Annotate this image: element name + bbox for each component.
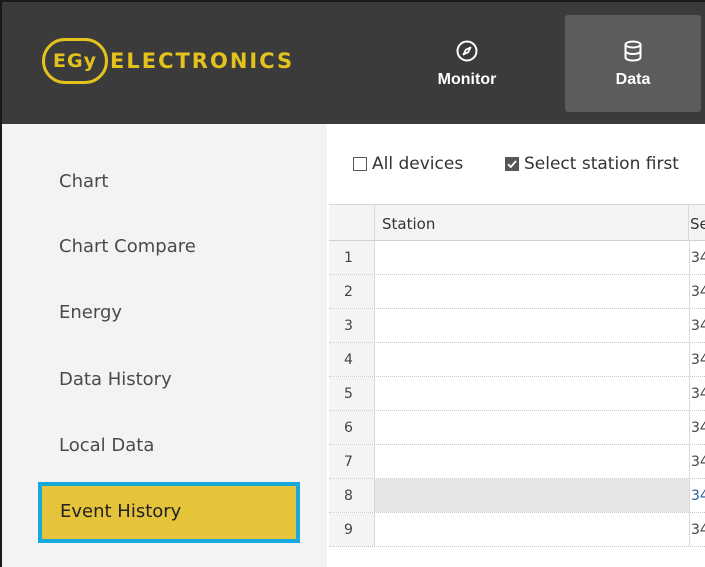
table-row[interactable]: 1 34 xyxy=(329,241,705,275)
row-index-header xyxy=(329,205,375,241)
app-window: EGy ELECTRONICS Monitor Data Chart Chart… xyxy=(0,0,705,567)
table-row[interactable]: 6 34 xyxy=(329,411,705,445)
station-cell xyxy=(375,513,690,546)
row-index: 2 xyxy=(329,275,375,308)
filter-toolbar: All devices Select station first xyxy=(327,124,705,196)
row-index: 9 xyxy=(329,513,375,546)
checkbox-checked-icon xyxy=(505,157,519,171)
third-cell: 34 xyxy=(691,318,705,334)
station-cell xyxy=(375,241,690,274)
brand-logo: EGy ELECTRONICS xyxy=(42,38,294,84)
compass-icon xyxy=(456,40,478,61)
sidebar-item-event-history[interactable]: Event History xyxy=(38,482,300,543)
third-cell: 34 xyxy=(691,454,705,470)
nav-monitor-button[interactable]: Monitor xyxy=(412,15,522,112)
third-cell: 34 xyxy=(691,488,705,504)
row-index: 6 xyxy=(329,411,375,444)
row-index: 8 xyxy=(329,479,375,512)
row-index: 5 xyxy=(329,377,375,410)
station-cell xyxy=(375,479,690,512)
logo-text: ELECTRONICS xyxy=(110,49,295,73)
sidebar-item-data-history[interactable]: Data History xyxy=(59,369,172,390)
logo-badge: EGy xyxy=(42,38,108,84)
row-index: 3 xyxy=(329,309,375,342)
nav-monitor-label: Monitor xyxy=(437,70,497,88)
table-row[interactable]: 4 34 xyxy=(329,343,705,377)
third-cell: 34 xyxy=(691,522,705,538)
table-row[interactable]: 9 34 xyxy=(329,513,705,547)
station-cell xyxy=(375,275,690,308)
sidebar-item-local-data[interactable]: Local Data xyxy=(59,435,154,456)
all-devices-label: All devices xyxy=(372,154,464,174)
sidebar-item-chart[interactable]: Chart xyxy=(59,171,108,192)
row-index: 1 xyxy=(329,241,375,274)
top-header: EGy ELECTRONICS Monitor Data xyxy=(2,2,705,124)
table-row[interactable]: 3 34 xyxy=(329,309,705,343)
table-row-selected[interactable]: 8 34 xyxy=(329,479,705,513)
third-cell: 34 xyxy=(691,420,705,436)
sidebar-item-event-history-label: Event History xyxy=(60,501,182,522)
station-cell xyxy=(375,343,690,376)
column-header-station[interactable]: Station xyxy=(375,205,689,241)
select-station-first-label: Select station first xyxy=(524,154,679,174)
table-row[interactable]: 5 34 xyxy=(329,377,705,411)
sidebar-item-energy[interactable]: Energy xyxy=(59,302,122,323)
row-index: 4 xyxy=(329,343,375,376)
nav-data-button[interactable]: Data xyxy=(565,15,701,112)
sidebar-item-chart-compare[interactable]: Chart Compare xyxy=(59,236,196,257)
checkbox-unchecked-icon xyxy=(353,157,367,171)
table-header: Station Se xyxy=(329,204,705,241)
station-cell xyxy=(375,445,690,478)
database-icon xyxy=(624,40,642,62)
third-cell: 34 xyxy=(691,250,705,266)
third-cell: 34 xyxy=(691,386,705,402)
station-cell xyxy=(375,309,690,342)
station-cell xyxy=(375,411,690,444)
table-row[interactable]: 7 34 xyxy=(329,445,705,479)
all-devices-checkbox[interactable]: All devices xyxy=(353,154,463,174)
nav-data-label: Data xyxy=(615,70,651,88)
station-cell xyxy=(375,377,690,410)
third-cell: 34 xyxy=(691,284,705,300)
column-header-third[interactable]: Se xyxy=(690,215,705,233)
select-station-first-checkbox[interactable]: Select station first xyxy=(505,154,679,174)
row-index: 7 xyxy=(329,445,375,478)
main-panel: All devices Select station first Station… xyxy=(327,124,705,567)
third-cell: 34 xyxy=(691,352,705,368)
table-row[interactable]: 2 34 xyxy=(329,275,705,309)
